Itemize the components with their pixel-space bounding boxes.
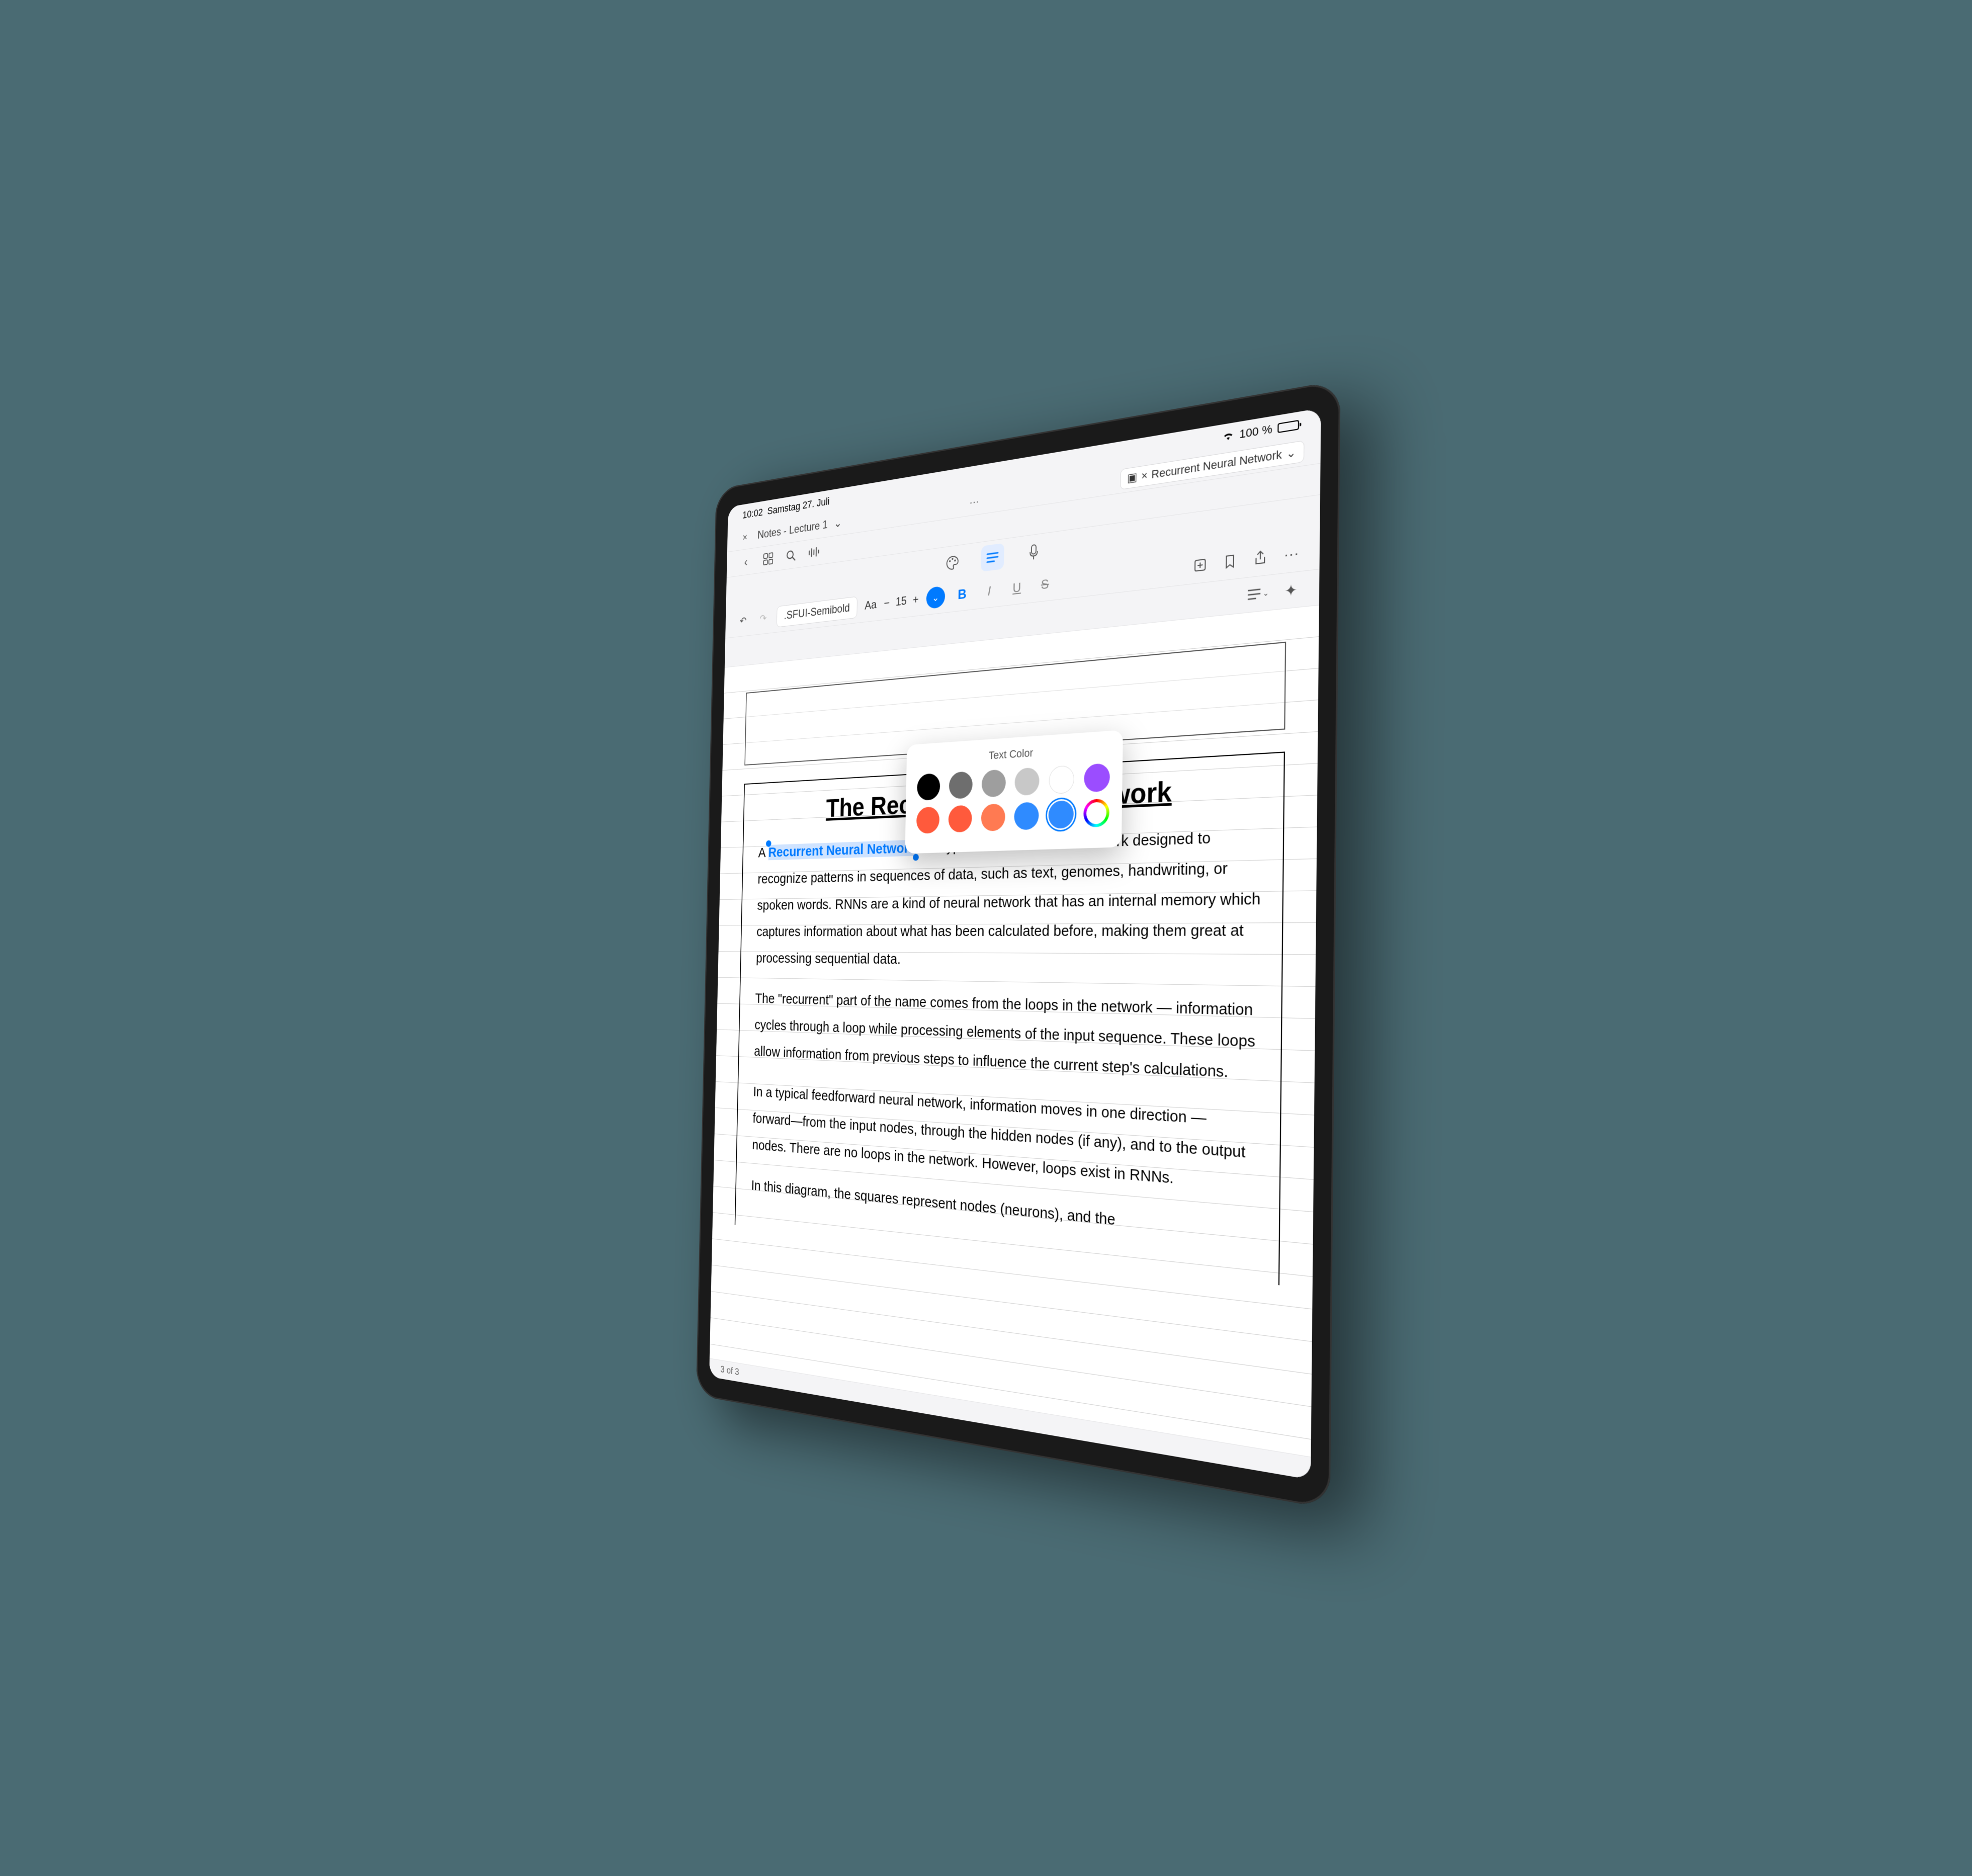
footer-bar: 3 of 3	[709, 1358, 1311, 1480]
color-swatch[interactable]	[1083, 763, 1109, 792]
italic-button[interactable]: I	[979, 579, 999, 603]
color-swatch[interactable]	[1048, 800, 1074, 829]
more-icon[interactable]: ···	[1279, 541, 1303, 568]
color-swatch[interactable]	[1049, 765, 1074, 794]
strike-button[interactable]: S	[1035, 572, 1055, 596]
status-bar: 10:02 Samstag 27. Juli 100 %	[727, 408, 1321, 529]
color-swatch[interactable]	[916, 806, 939, 833]
color-swatch[interactable]	[1014, 802, 1039, 830]
status-time: 10:02	[742, 506, 763, 521]
document-body[interactable]: A Recurrent Neural Network is a type of …	[751, 821, 1261, 1249]
color-swatch[interactable]	[949, 771, 973, 799]
document-title[interactable]: The Recurrent Neural Network	[758, 771, 1262, 826]
palette-icon[interactable]	[941, 549, 964, 577]
ipad-device: 10:02 Samstag 27. Juli 100 % × Notes - L…	[696, 380, 1340, 1509]
redo-button[interactable]: ↷	[756, 610, 769, 628]
underline-button[interactable]: U	[1006, 575, 1026, 600]
waveform-icon[interactable]	[805, 541, 823, 563]
p1-prefix: A	[758, 845, 768, 861]
wifi-icon	[1222, 429, 1234, 445]
text-color-popover: Text Color	[905, 730, 1123, 854]
color-swatch[interactable]	[1083, 799, 1109, 828]
text-color-button[interactable]: ⌄	[926, 585, 945, 609]
tab-right[interactable]: ▣ × Recurrent Neural Network ⌄	[1120, 440, 1304, 490]
grid-icon[interactable]	[759, 548, 777, 570]
page-indicator: 3 of 3	[720, 1364, 739, 1378]
close-tab-left[interactable]: ×	[738, 528, 751, 546]
previous-page-fragment	[744, 642, 1286, 765]
screen: 10:02 Samstag 27. Juli 100 % × Notes - L…	[709, 408, 1321, 1480]
paragraph-icon[interactable]: ⌄	[1246, 580, 1269, 607]
swatch-row-1	[917, 763, 1110, 801]
page-content: The Recurrent Neural Network A Recurrent…	[734, 751, 1284, 1285]
battery-icon	[1277, 420, 1299, 433]
text-selection[interactable]: Recurrent Neural Network	[768, 840, 916, 861]
font-size-value: 15	[893, 594, 908, 609]
color-swatch[interactable]	[981, 803, 1005, 831]
font-size-plus[interactable]: +	[912, 593, 918, 607]
tab-overflow[interactable]: ···	[966, 492, 982, 512]
tab-title-right: Recurrent Neural Network	[1151, 448, 1282, 482]
share-icon[interactable]	[1248, 545, 1272, 571]
close-tab-right[interactable]: ×	[1141, 469, 1147, 483]
battery-pct: 100 %	[1239, 422, 1272, 441]
color-swatch[interactable]	[1014, 767, 1040, 796]
chevron-down-icon[interactable]: ⌄	[1286, 446, 1296, 461]
color-swatch[interactable]	[917, 773, 940, 801]
chevron-down-icon: ⌄	[931, 591, 939, 604]
undo-button[interactable]: ↶	[736, 612, 750, 630]
swatch-row-2	[916, 799, 1109, 834]
text-mode-icon[interactable]	[981, 543, 1004, 572]
search-icon[interactable]	[782, 544, 799, 567]
popover-title: Text Color	[917, 741, 1110, 767]
insert-icon[interactable]	[1188, 552, 1211, 578]
color-swatch[interactable]	[981, 769, 1006, 797]
color-swatch[interactable]	[948, 805, 972, 832]
bold-button[interactable]: B	[952, 582, 972, 607]
mic-icon[interactable]	[1021, 537, 1046, 566]
back-button[interactable]: ‹	[737, 551, 754, 573]
font-size-minus[interactable]: −	[884, 596, 890, 611]
magic-icon[interactable]: ✦	[1278, 577, 1303, 604]
paragraph-2: The "recurrent" part of the name comes f…	[753, 985, 1259, 1089]
split-view-icon: ▣	[1127, 470, 1137, 485]
bookmark-icon[interactable]	[1218, 548, 1241, 574]
chevron-down-icon[interactable]: ⌄	[833, 516, 841, 530]
font-style-button[interactable]: Aa	[864, 598, 876, 613]
paragraph-4: In this diagram, the squares represent n…	[751, 1172, 1257, 1249]
font-size-stepper: − 15 +	[884, 593, 919, 611]
document-canvas[interactable]: Text Color The Recurrent Neural Network …	[709, 606, 1319, 1457]
font-picker[interactable]: .SFUI-Semibold	[776, 596, 857, 627]
